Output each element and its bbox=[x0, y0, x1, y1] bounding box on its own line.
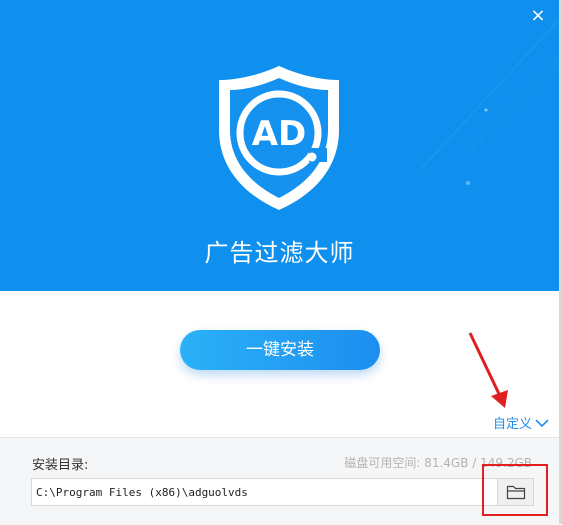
header-banner: × AD 广告过滤大师 bbox=[0, 0, 559, 291]
install-path-box bbox=[31, 478, 534, 506]
logo-text: AD bbox=[252, 114, 307, 154]
install-dir-label: 安装目录: bbox=[32, 458, 89, 473]
close-button[interactable]: × bbox=[529, 7, 547, 25]
customize-toggle[interactable]: 自定义 bbox=[493, 413, 549, 432]
close-icon: × bbox=[530, 5, 546, 26]
disk-space-info: 磁盘可用空间: 81.4GB / 149.2GB bbox=[344, 456, 532, 470]
shield-ad-icon: AD bbox=[219, 66, 339, 210]
install-options-panel: 安装目录: 磁盘可用空间: 81.4GB / 149.2GB bbox=[0, 437, 559, 525]
chevron-down-icon bbox=[535, 418, 549, 427]
app-title: 广告过滤大师 bbox=[204, 239, 355, 267]
customize-label: 自定义 bbox=[493, 417, 533, 432]
one-click-install-button[interactable]: 一键安装 bbox=[180, 330, 380, 370]
folder-icon bbox=[506, 485, 525, 500]
install-path-input[interactable] bbox=[32, 479, 497, 505]
browse-folder-button[interactable] bbox=[497, 479, 533, 505]
annotation-arrow bbox=[468, 332, 508, 408]
